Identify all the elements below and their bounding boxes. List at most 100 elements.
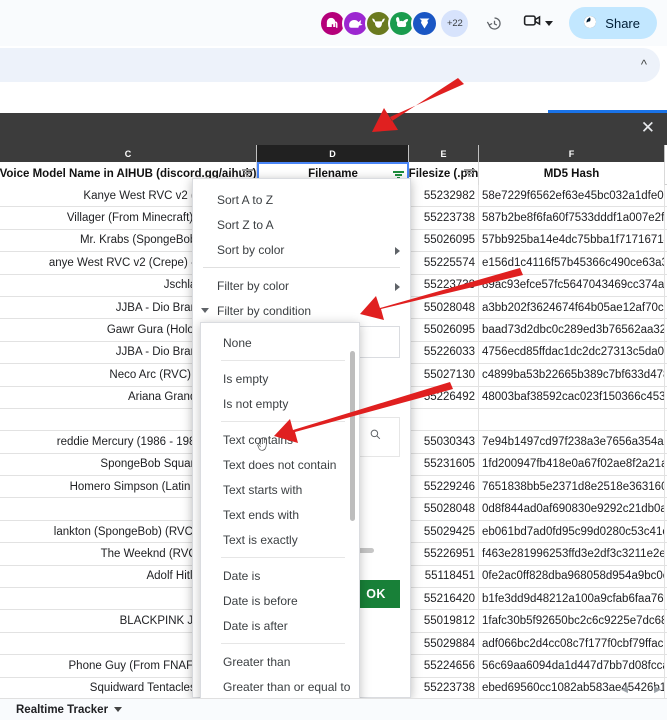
avatar-bird[interactable]	[411, 9, 439, 37]
menu-item-sort-z-to-a[interactable]: Sort Z to A	[193, 212, 410, 237]
scroll-right-icon[interactable]: ▶	[654, 684, 661, 695]
globe-icon	[582, 14, 598, 33]
search-icon	[369, 428, 382, 446]
table-cell-e[interactable]: 55231605	[409, 453, 479, 476]
toolbar-strip: ^	[0, 46, 667, 90]
header-cell-md5-hash[interactable]: MD5 Hash	[479, 162, 665, 185]
table-cell-e[interactable]: 55223738	[409, 274, 479, 296]
table-cell-f[interactable]: 56c69aa6094da1d447d7bb7d08fcca7	[479, 655, 665, 677]
table-cell-e[interactable]: 55028048	[409, 296, 479, 319]
table-cell-f[interactable]: 7651838bb5e2371d8e2518e363160b	[479, 476, 665, 498]
close-icon[interactable]: ✕	[641, 117, 655, 139]
collaborator-avatars	[319, 9, 439, 37]
table-cell-e[interactable]: 55030343	[409, 431, 479, 453]
table-cell-e[interactable]: 55224656	[409, 655, 479, 677]
column-header-c[interactable]: C	[0, 145, 257, 162]
condition-option-greater-than-or-equal-to[interactable]: Greater than or equal to	[201, 674, 359, 699]
table-cell-e[interactable]: 55229246	[409, 476, 479, 498]
caret-down-icon	[201, 308, 209, 313]
condition-dropdown: None Is empty Is not empty Text contains…	[200, 322, 360, 720]
header-label-f: MD5 Hash	[543, 167, 600, 180]
column-header-e[interactable]: E	[409, 145, 479, 162]
table-cell-f[interactable]: 4756ecd85ffdac1dc2dc27313c5da0ac	[479, 341, 665, 364]
header-cell-filesize[interactable]: Filesize (.pth	[409, 162, 479, 185]
meet-button[interactable]	[522, 10, 554, 36]
condition-option-date-is-after[interactable]: Date is after	[201, 613, 359, 638]
sheet-tab-realtime-tracker[interactable]: Realtime Tracker	[16, 704, 123, 716]
avatar-overflow-count[interactable]: +22	[441, 9, 469, 37]
menu-item-filter-by-condition-label: Filter by condition	[217, 303, 312, 318]
share-button[interactable]: Share	[569, 7, 657, 39]
menu-item-filter-by-condition[interactable]: Filter by condition	[193, 298, 410, 323]
table-cell-f[interactable]: 587b2be8f6fa60f7533dddf1a007e2fa	[479, 207, 665, 229]
table-cell-f[interactable]: 1fafc30b5f92650bc2c6c9225e7dc689	[479, 610, 665, 632]
table-cell-e[interactable]: 55223738	[409, 207, 479, 229]
table-cell-e[interactable]: 55226951	[409, 543, 479, 565]
condition-option-text-contains[interactable]: Text contains	[201, 427, 359, 452]
table-cell-f[interactable]: 0d8f844ad0af690830e9292c21db0a6	[479, 498, 665, 520]
condition-option-text-is-exactly[interactable]: Text is exactly	[201, 527, 359, 552]
table-cell-f[interactable]: c4899ba53b22665b389c7bf633d478c	[479, 364, 665, 386]
table-cell-f[interactable]: 58e7229f6562ef63e45bc032a1dfe0cb	[479, 185, 665, 207]
filter-icon-c[interactable]	[242, 168, 253, 177]
menu-item-sort-by-color[interactable]: Sort by color	[193, 237, 410, 262]
table-cell-f[interactable]: e156d1c4116f57b45366c490ce63a39	[479, 252, 665, 274]
table-cell-f[interactable]: adf066bc2d4cc08c7f177f0cbf79ffac	[479, 632, 665, 655]
table-cell-f[interactable]: a3bb202f3624674f64b05ae12af70c5c	[479, 296, 665, 319]
condition-option-date-is-before[interactable]: Date is before	[201, 588, 359, 613]
video-camera-icon	[522, 10, 543, 36]
chevron-up-icon[interactable]: ^	[641, 58, 647, 71]
table-cell-e[interactable]: 55027130	[409, 364, 479, 386]
chevron-down-icon	[545, 20, 554, 26]
condition-option-text-ends-with[interactable]: Text ends with	[201, 502, 359, 527]
table-cell-e[interactable]: 55029884	[409, 632, 479, 655]
table-cell-e[interactable]	[409, 408, 479, 431]
caret-down-icon[interactable]	[114, 707, 123, 712]
condition-option-text-starts-with[interactable]: Text starts with	[201, 477, 359, 502]
table-cell-e[interactable]: 55225574	[409, 252, 479, 274]
condition-option-none[interactable]: None	[201, 330, 359, 355]
table-cell-e[interactable]: 55216420	[409, 588, 479, 610]
table-cell-f[interactable]: 1fd200947fb418e0a67f02ae8f2a21a5	[479, 453, 665, 476]
condition-divider	[221, 421, 345, 422]
table-cell-e[interactable]: 55019812	[409, 610, 479, 632]
condition-option-date-is[interactable]: Date is	[201, 563, 359, 588]
table-cell-f[interactable]: 7e94b1497cd97f238a3e7656a354a54	[479, 431, 665, 453]
table-cell-f[interactable]: 57bb925ba14e4dc75bba1f717167143	[479, 229, 665, 252]
menu-divider	[203, 267, 400, 268]
history-clock-icon[interactable]	[482, 11, 506, 35]
scroll-left-icon[interactable]: ◀	[621, 684, 628, 695]
condition-option-text-does-not-contain[interactable]: Text does not contain	[201, 452, 359, 477]
menu-item-filter-by-color[interactable]: Filter by color	[193, 273, 410, 298]
table-cell-e[interactable]: 55226492	[409, 386, 479, 408]
condition-divider	[221, 643, 345, 644]
table-cell-f[interactable]: 48003baf38592cac023f150366c453a	[479, 386, 665, 408]
condition-option-greater-than[interactable]: Greater than	[201, 649, 359, 674]
table-cell-e[interactable]: 55118451	[409, 565, 479, 588]
top-bar: +22 Share	[0, 0, 667, 46]
condition-option-is-empty[interactable]: Is empty	[201, 366, 359, 391]
table-cell-e[interactable]: 55026095	[409, 319, 479, 341]
table-cell-f[interactable]: b1fe3dd9d48212a100a9cfab6faa76fb	[479, 588, 665, 610]
table-cell-f[interactable]: eb061bd7ad0fd95c99d0280c53c41cb	[479, 520, 665, 543]
menu-item-sort-a-to-z[interactable]: Sort A to Z	[193, 187, 410, 212]
table-cell-e[interactable]: 55226033	[409, 341, 479, 364]
toolbar-pill	[0, 48, 660, 82]
table-cell-e[interactable]: 55223738	[409, 677, 479, 698]
table-cell-e[interactable]: 55232982	[409, 185, 479, 207]
condition-option-is-not-empty[interactable]: Is not empty	[201, 391, 359, 416]
column-header-f[interactable]: F	[479, 145, 665, 162]
condition-dropdown-scrollbar[interactable]	[350, 351, 355, 521]
column-header-d[interactable]: D	[257, 145, 409, 162]
table-cell-f[interactable]: 0fe2ac0ff828dba968058d954a9bc0c1	[479, 565, 665, 588]
table-cell-f[interactable]: baad73d2dbc0c289ed3b76562aa320	[479, 319, 665, 341]
condition-divider	[221, 557, 345, 558]
table-cell-f[interactable]: 89ac93efce57fc5647043469cc374a66	[479, 274, 665, 296]
table-cell-e[interactable]: 55026095	[409, 229, 479, 252]
table-cell-f[interactable]	[479, 408, 665, 431]
grid-horizontal-scroll-arrows[interactable]: ◀ ▶	[621, 683, 661, 695]
filter-icon-e[interactable]	[464, 168, 475, 177]
table-cell-f[interactable]: f463e281996253ffd3e2df3c3211e2ef	[479, 543, 665, 565]
table-cell-e[interactable]: 55028048	[409, 498, 479, 520]
table-cell-e[interactable]: 55029425	[409, 520, 479, 543]
